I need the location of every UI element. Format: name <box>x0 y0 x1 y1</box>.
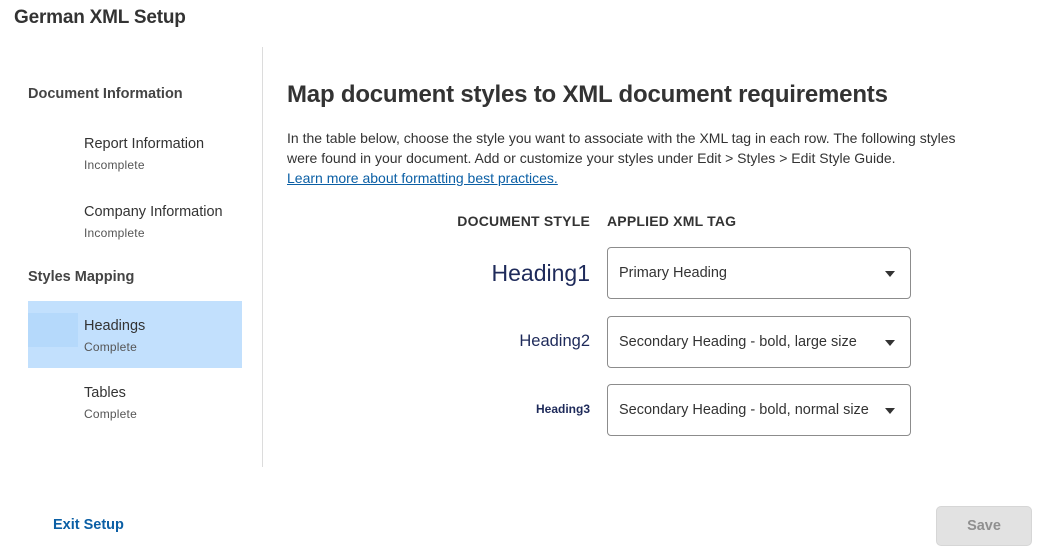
sidebar-item-marker <box>28 313 78 347</box>
section-title-document-information: Document Information <box>28 86 183 102</box>
caret-down-icon <box>885 271 895 277</box>
caret-down-icon <box>885 340 895 346</box>
select-value: Primary Heading <box>619 265 727 281</box>
xml-tag-select-heading3[interactable]: Secondary Heading - bold, normal size <box>607 384 911 436</box>
exit-setup-link[interactable]: Exit Setup <box>53 517 124 533</box>
sidebar-item-label: Company Information <box>84 204 223 220</box>
caret-down-icon <box>885 408 895 414</box>
sidebar: Document Information Report Information … <box>0 47 263 467</box>
sidebar-item-marker <box>28 199 78 233</box>
sidebar-item-marker <box>28 380 78 414</box>
sidebar-item-status: Complete <box>84 340 137 354</box>
learn-more-link[interactable]: Learn more about formatting best practic… <box>287 170 558 186</box>
column-header-document-style: DOCUMENT STYLE <box>457 213 590 229</box>
select-value: Secondary Heading - bold, large size <box>619 334 857 350</box>
sidebar-item-company-information[interactable]: Company Information Incomplete <box>28 187 242 254</box>
xml-tag-select-heading1[interactable]: Primary Heading <box>607 247 911 299</box>
intro-line: In the table below, choose the style you… <box>287 130 956 146</box>
sidebar-item-status: Complete <box>84 407 137 421</box>
xml-tag-select-heading2[interactable]: Secondary Heading - bold, large size <box>607 316 911 368</box>
sidebar-item-headings[interactable]: Headings Complete <box>28 301 242 368</box>
sidebar-item-marker <box>28 131 78 165</box>
document-style-heading3: Heading3 <box>535 402 590 416</box>
intro-line: were found in your document. Add or cust… <box>287 150 896 166</box>
sidebar-item-report-information[interactable]: Report Information Incomplete <box>28 119 242 186</box>
intro-text: In the table below, choose the style you… <box>287 128 1007 188</box>
sidebar-item-status: Incomplete <box>84 226 145 240</box>
app-title: German XML Setup <box>14 7 186 28</box>
sidebar-item-label: Report Information <box>84 136 205 152</box>
document-style-heading2: Heading2 <box>519 332 590 350</box>
select-value: Secondary Heading - bold, normal size <box>619 402 869 418</box>
page-title: Map document styles to XML document requ… <box>287 81 888 108</box>
document-style-heading1: Heading1 <box>491 260 590 286</box>
sidebar-item-status: Incomplete <box>84 158 145 172</box>
sidebar-item-label: Tables <box>84 385 126 401</box>
sidebar-item-label: Headings <box>84 318 146 334</box>
section-title-styles-mapping: Styles Mapping <box>28 269 135 285</box>
sidebar-item-tables[interactable]: Tables Complete <box>28 368 242 435</box>
column-header-applied-xml-tag: APPLIED XML TAG <box>607 213 737 229</box>
save-button[interactable]: Save <box>936 506 1032 546</box>
